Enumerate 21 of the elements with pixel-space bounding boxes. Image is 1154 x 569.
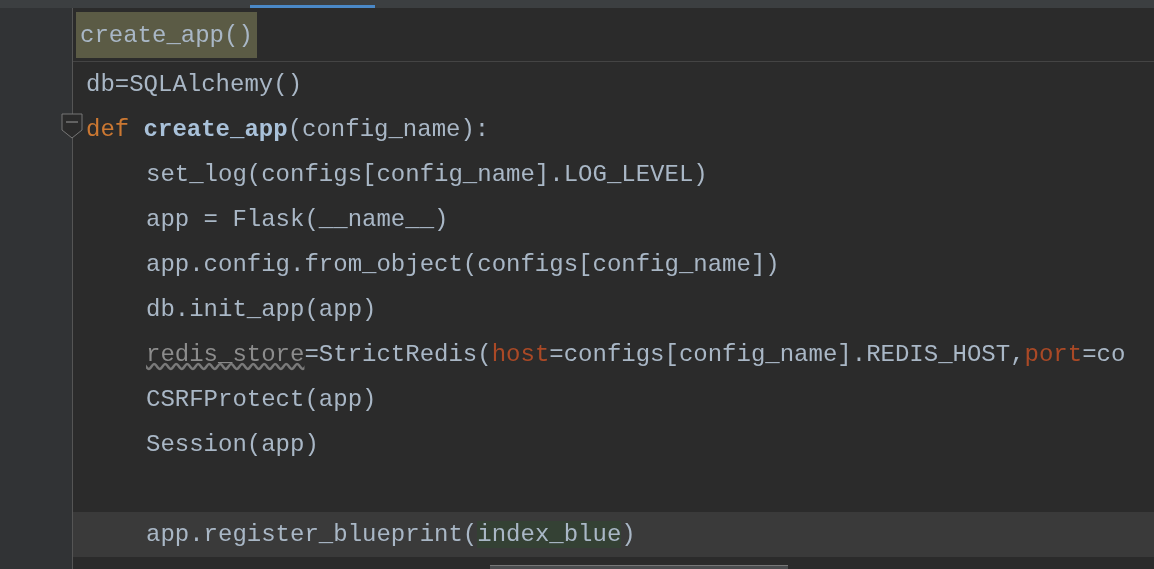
function-name: create_app — [143, 116, 288, 143]
code-text: app.config.from_object(configs[config_name]) — [146, 251, 780, 278]
code-text: set_log(configs[config_name].LOG_LEVEL) — [146, 161, 708, 188]
fold-icon[interactable] — [61, 113, 83, 139]
unused-variable: redis_store — [146, 341, 305, 368]
code-text: =StrictRedis( — [304, 341, 492, 368]
argument-name: host — [491, 341, 550, 368]
code-text: app.register_blueprint( — [146, 521, 478, 548]
code-text: db.init_app(app) — [146, 296, 377, 323]
code-text: =co — [1082, 341, 1126, 368]
code-text: =configs[config_name].REDIS_HOST, — [549, 341, 1025, 368]
code-text: app = Flask(__name__) — [146, 206, 449, 233]
code-text: Session(app) — [146, 431, 319, 458]
matched-text: index_blue — [477, 521, 622, 548]
argument-name: port — [1024, 341, 1083, 368]
context-hint: create_app() — [76, 12, 257, 58]
keyword-text: def — [86, 116, 131, 143]
code-text: CSRFProtect(app) — [146, 386, 377, 413]
code-text: db=SQLAlchemy() — [86, 71, 303, 98]
code-text: ) — [621, 521, 636, 548]
code-text: (config_name): — [287, 116, 490, 143]
